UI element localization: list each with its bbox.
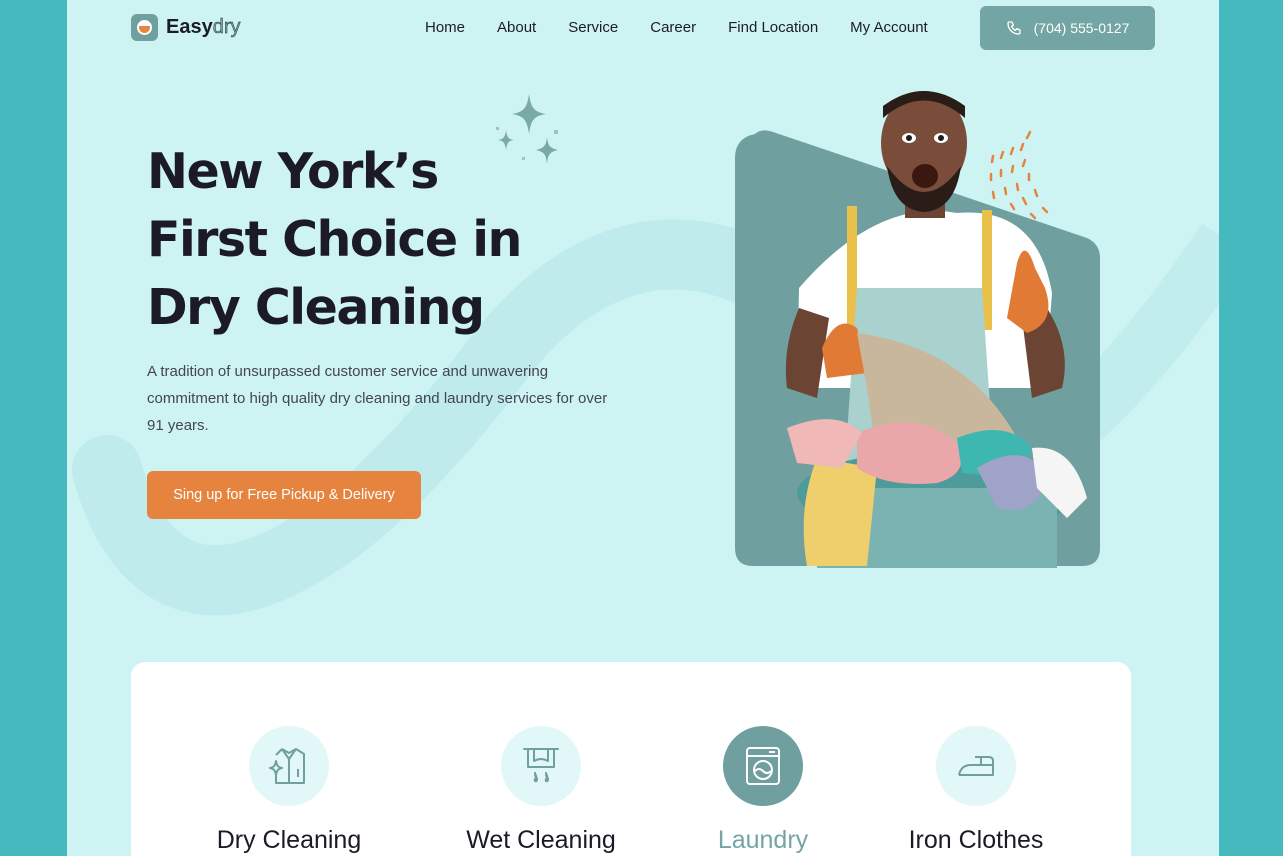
services-card: Dry Cleaning Wet Cleaning Laundry Iron C… xyxy=(131,662,1131,856)
service-label: Wet Cleaning xyxy=(466,826,616,854)
shirt-icon xyxy=(269,748,305,784)
phone-icon xyxy=(1006,21,1021,35)
nav-career[interactable]: Career xyxy=(650,19,696,36)
page: Easydry Home About Service Career Find L… xyxy=(67,0,1219,856)
phone-button[interactable]: (704) 555-0127 xyxy=(980,6,1155,50)
nav-my-account[interactable]: My Account xyxy=(850,19,928,36)
service-label: Laundry xyxy=(717,826,809,854)
nav-find-location[interactable]: Find Location xyxy=(728,19,818,36)
free-pickup-signup-button[interactable]: Sing up for Free Pickup & Delivery xyxy=(147,471,421,519)
drying-rack-icon xyxy=(523,748,559,783)
service-icon-circle xyxy=(249,726,329,806)
service-laundry[interactable]: Laundry xyxy=(653,726,873,855)
nav-service[interactable]: Service xyxy=(568,19,618,36)
service-icon-circle xyxy=(936,726,1016,806)
washing-machine-logo-icon xyxy=(131,14,158,41)
service-label: Dry Cleaning xyxy=(216,826,362,854)
brand-logo[interactable]: Easydry xyxy=(131,14,241,41)
brand-name: Easydry xyxy=(166,16,241,38)
sparkles-icon xyxy=(496,94,558,164)
nav-about[interactable]: About xyxy=(497,19,536,36)
hero-description: A tradition of unsurpassed customer serv… xyxy=(147,363,608,434)
phone-number: (704) 555-0127 xyxy=(1033,20,1130,36)
decorative-dashes xyxy=(989,130,1049,220)
hero-title-line-2: First Choice in xyxy=(147,211,522,268)
service-wet-cleaning[interactable]: Wet Cleaning xyxy=(431,726,651,855)
iron-icon xyxy=(958,756,994,776)
service-label: Iron Clothes xyxy=(908,826,1044,854)
service-iron-clothes[interactable]: Iron Clothes xyxy=(866,726,1086,855)
washing-machine-icon xyxy=(746,747,780,785)
nav-home[interactable]: Home xyxy=(425,19,465,36)
hero-title-line-3: Dry Cleaning xyxy=(147,279,485,336)
hero-laundry-man-image xyxy=(735,91,1100,568)
service-icon-circle xyxy=(501,726,581,806)
main-nav: Home About Service Career Find Location … xyxy=(425,19,960,36)
service-dry-cleaning[interactable]: Dry Cleaning xyxy=(179,726,399,855)
service-icon-circle xyxy=(723,726,803,806)
